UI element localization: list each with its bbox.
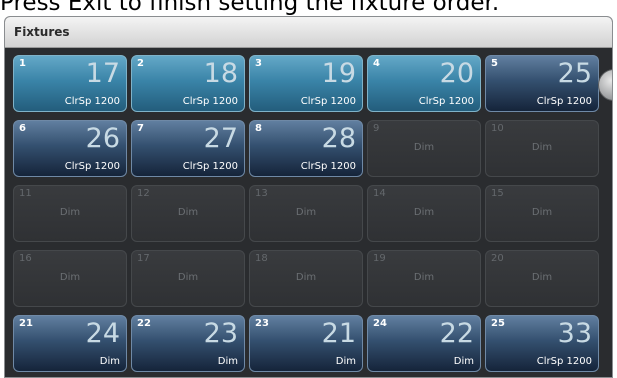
tile-label: ClrSp 1200	[418, 96, 474, 107]
fixture-tile[interactable]: 1 17 ClrSp 1200	[13, 55, 127, 112]
tile-number: 23	[203, 318, 238, 349]
tile-index: 14	[373, 188, 386, 199]
panel-title: Fixtures	[5, 17, 612, 48]
tile-index: 19	[373, 253, 386, 264]
tile-label: ClrSp 1200	[300, 96, 356, 107]
tile-number: 20	[439, 58, 474, 89]
fixture-tile[interactable]: 5 25 ClrSp 1200	[485, 55, 599, 112]
tile-label: ClrSp 1200	[300, 161, 356, 172]
fixture-tile[interactable]: 11 Dim	[13, 185, 127, 242]
tile-index: 8	[255, 123, 262, 134]
tile-index: 22	[137, 318, 151, 329]
tile-label: Dim	[99, 356, 120, 367]
tile-index: 6	[19, 123, 26, 134]
tile-label: Dim	[295, 207, 317, 218]
tile-label: Dim	[453, 356, 474, 367]
tile-label: Dim	[217, 356, 238, 367]
tile-index: 7	[137, 123, 144, 134]
tile-label: Dim	[295, 272, 317, 283]
fixture-tile[interactable]: 24 22 Dim	[367, 315, 481, 372]
tile-label: Dim	[177, 272, 199, 283]
tile-index: 21	[19, 318, 33, 329]
tile-number: 28	[321, 123, 356, 154]
tile-index: 9	[373, 123, 380, 134]
fixture-tile[interactable]: 15 Dim	[485, 185, 599, 242]
tile-index: 5	[491, 58, 498, 69]
tile-index: 24	[373, 318, 387, 329]
fixture-tile[interactable]: 21 24 Dim	[13, 315, 127, 372]
tile-index: 25	[491, 318, 505, 329]
tile-index: 2	[137, 58, 144, 69]
tile-index: 11	[19, 188, 32, 199]
fixture-tile[interactable]: 2 18 ClrSp 1200	[131, 55, 245, 112]
tile-number: 22	[439, 318, 474, 349]
tile-index: 18	[255, 253, 268, 264]
tile-label: Dim	[413, 142, 435, 153]
tile-label: ClrSp 1200	[536, 356, 592, 367]
tile-label: Dim	[59, 272, 81, 283]
tile-index: 1	[19, 58, 26, 69]
tile-label: Dim	[413, 207, 435, 218]
tile-number: 24	[85, 318, 120, 349]
fixture-tile[interactable]: 20 Dim	[485, 250, 599, 307]
fixture-tile[interactable]: 18 Dim	[249, 250, 363, 307]
fixture-tile[interactable]: 23 21 Dim	[249, 315, 363, 372]
fixture-tile[interactable]: 14 Dim	[367, 185, 481, 242]
tile-number: 27	[203, 123, 238, 154]
tile-number: 17	[85, 58, 120, 89]
tile-index: 10	[491, 123, 504, 134]
tile-label: ClrSp 1200	[182, 96, 238, 107]
tile-label: Dim	[413, 272, 435, 283]
tile-number: 19	[321, 58, 356, 89]
tile-label: ClrSp 1200	[64, 161, 120, 172]
tile-index: 13	[255, 188, 268, 199]
tile-label: Dim	[177, 207, 199, 218]
tile-number: 33	[557, 318, 592, 349]
tile-label: Dim	[531, 207, 553, 218]
fixture-tile[interactable]: 25 33 ClrSp 1200	[485, 315, 599, 372]
tile-index: 12	[137, 188, 150, 199]
fixture-tile[interactable]: 16 Dim	[13, 250, 127, 307]
tile-label: Dim	[531, 142, 553, 153]
tile-number: 26	[85, 123, 120, 154]
tile-label: Dim	[59, 207, 81, 218]
fixture-tile[interactable]: 3 19 ClrSp 1200	[249, 55, 363, 112]
tile-index: 15	[491, 188, 504, 199]
tile-label: Dim	[531, 272, 553, 283]
fixtures-panel: Fixtures 1 17 ClrSp 1200 2 18 ClrSp 1200 3 19 Cl…	[4, 16, 613, 378]
fixture-tile[interactable]: 19 Dim	[367, 250, 481, 307]
tile-label: ClrSp 1200	[536, 96, 592, 107]
tile-index: 23	[255, 318, 269, 329]
fixture-tile[interactable]: 4 20 ClrSp 1200	[367, 55, 481, 112]
tile-index: 17	[137, 253, 150, 264]
tile-index: 3	[255, 58, 262, 69]
tile-index: 4	[373, 58, 380, 69]
fixture-tile[interactable]: 13 Dim	[249, 185, 363, 242]
fixture-tile[interactable]: 8 28 ClrSp 1200	[249, 120, 363, 177]
fixture-tile[interactable]: 22 23 Dim	[131, 315, 245, 372]
fixture-tile[interactable]: 9 Dim	[367, 120, 481, 177]
tile-index: 16	[19, 253, 32, 264]
fixture-tile[interactable]: 7 27 ClrSp 1200	[131, 120, 245, 177]
fixture-tile[interactable]: 10 Dim	[485, 120, 599, 177]
tile-number: 18	[203, 58, 238, 89]
fixture-tile[interactable]: 12 Dim	[131, 185, 245, 242]
tile-number: 21	[321, 318, 356, 349]
tile-label: ClrSp 1200	[182, 161, 238, 172]
scroll-handle[interactable]	[598, 69, 612, 101]
tile-index: 20	[491, 253, 504, 264]
tile-label: Dim	[335, 356, 356, 367]
tile-label: ClrSp 1200	[64, 96, 120, 107]
fixture-tile[interactable]: 17 Dim	[131, 250, 245, 307]
tile-number: 25	[557, 58, 592, 89]
fixture-tile[interactable]: 6 26 ClrSp 1200	[13, 120, 127, 177]
